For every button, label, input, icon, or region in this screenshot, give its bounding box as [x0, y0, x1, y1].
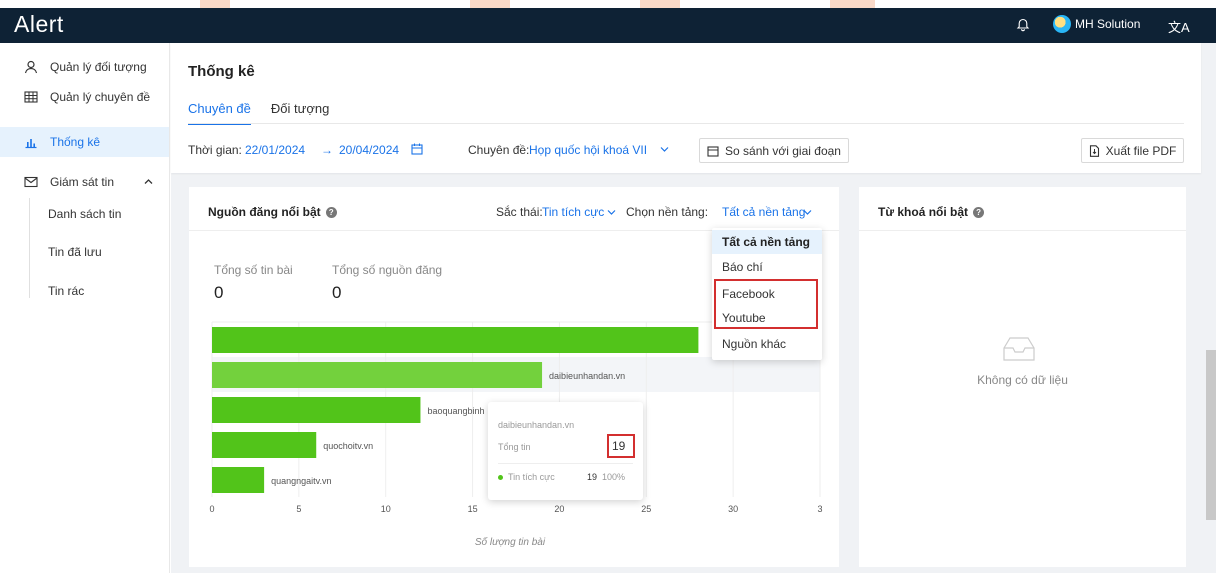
legend-dot	[498, 475, 503, 480]
chart-bar	[212, 467, 265, 493]
chart-bar-label: daibieunhandan.vn	[549, 371, 625, 381]
chart-bar	[212, 327, 699, 353]
dropdown-option-other[interactable]: Nguồn khác	[712, 332, 822, 356]
chart-tick-label: 30	[728, 504, 738, 514]
tooltip-total-label: Tổng tin	[498, 442, 531, 452]
chart-tick-label: 20	[554, 504, 564, 514]
chart-tick-label: 3	[817, 504, 822, 514]
chart-bar-label: quochoitv.vn	[323, 441, 373, 451]
chart-bar	[212, 432, 317, 458]
chart-tick-label: 15	[468, 504, 478, 514]
tooltip-sentiment-label: Tin tích cực	[508, 472, 555, 482]
tooltip-sentiment-value: 19	[587, 472, 598, 482]
chart-tick-label: 5	[296, 504, 301, 514]
dropdown-option-all[interactable]: Tất cả nền tảng	[712, 230, 822, 254]
chart-bar-label: quangngaitv.vn	[271, 476, 331, 486]
chart-bar	[212, 362, 543, 388]
highlight-box-platforms	[714, 279, 818, 329]
chart-axis-title: Số lượng tin bài	[475, 536, 546, 548]
chart-tick-label: 25	[641, 504, 651, 514]
dropdown-option-press[interactable]: Báo chí	[712, 255, 822, 279]
chart-tick-label: 0	[209, 504, 214, 514]
tooltip-divider	[498, 463, 633, 464]
chart-tick-label: 10	[381, 504, 391, 514]
tooltip-source: daibieunhandan.vn	[498, 420, 575, 430]
tooltip-sentiment-pct: 100%	[602, 472, 626, 482]
chart-bar	[212, 397, 421, 423]
highlight-box-total	[607, 434, 635, 458]
chart-bar-label: baoquangbinh	[427, 406, 484, 416]
